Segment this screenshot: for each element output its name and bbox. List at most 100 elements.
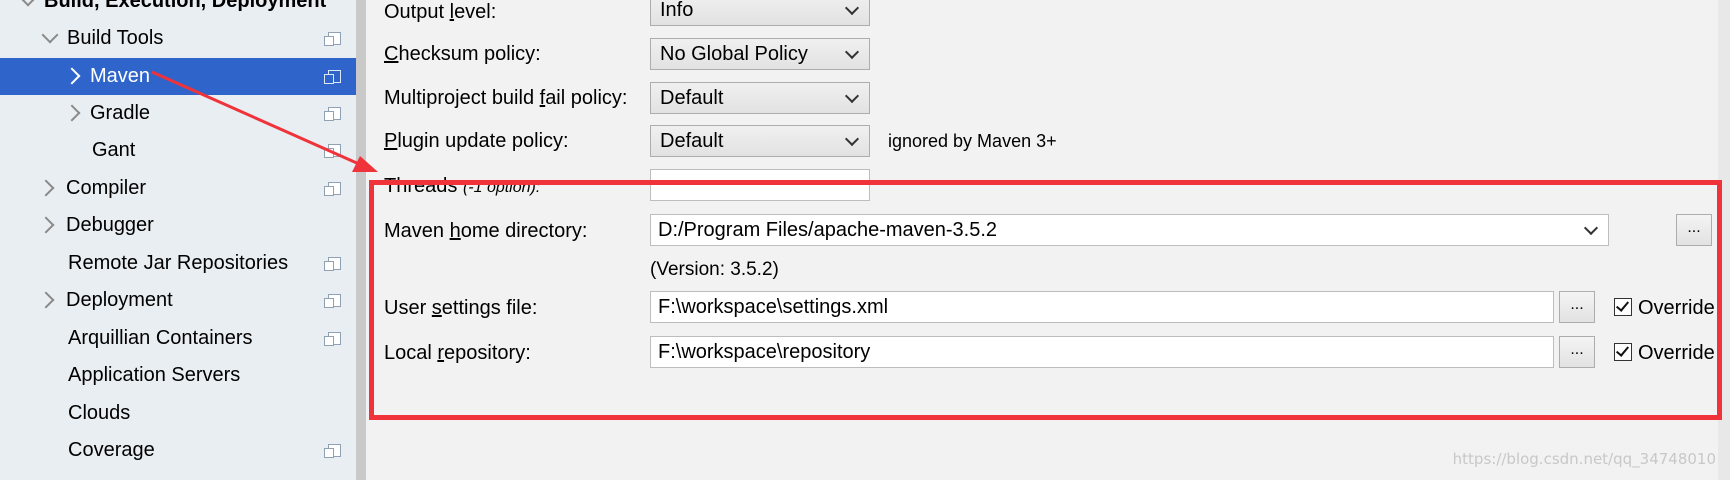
tree-item-build-execution-deployment[interactable]: Build, Execution, Deployment bbox=[0, 0, 356, 20]
checksum-policy-dropdown[interactable]: No Global Policy bbox=[650, 38, 870, 70]
multiproject-fail-policy-label: Multiproject build fail policy: bbox=[384, 84, 627, 112]
chevron-right-icon[interactable] bbox=[63, 67, 81, 85]
local-repository-browse-button[interactable]: ... bbox=[1559, 336, 1595, 368]
tree-item-build-tools[interactable]: Build Tools bbox=[0, 20, 356, 57]
label-text: ail policy: bbox=[545, 87, 628, 109]
dropdown-value: Info bbox=[660, 0, 694, 21]
label-mnemonic: s bbox=[431, 297, 442, 319]
label-text: ome directory: bbox=[460, 220, 588, 242]
override-label: Override bbox=[1638, 297, 1715, 319]
project-settings-icon bbox=[324, 144, 341, 158]
project-settings-icon bbox=[324, 257, 341, 271]
label-text: Maven bbox=[384, 220, 450, 242]
project-settings-icon bbox=[324, 107, 341, 121]
tree-item-arquillian-containers[interactable]: Arquillian Containers bbox=[0, 320, 356, 357]
chevron-right-icon[interactable] bbox=[63, 104, 81, 122]
tree-item-maven[interactable]: Maven bbox=[0, 58, 356, 95]
tree-item-gradle[interactable]: Gradle bbox=[0, 95, 356, 132]
user-settings-browse-button[interactable]: ... bbox=[1559, 291, 1595, 323]
local-repository-input[interactable]: F:\workspace\repository bbox=[650, 336, 1554, 368]
plugin-update-policy-dropdown[interactable]: Default bbox=[650, 125, 870, 157]
project-settings-icon bbox=[324, 332, 341, 346]
maven-home-browse-button[interactable]: ... bbox=[1676, 214, 1712, 246]
dropdown-value: D:/Program Files/apache-maven-3.5.2 bbox=[658, 219, 998, 241]
plugin-update-note: ignored by Maven 3+ bbox=[888, 131, 1057, 151]
override-label: Override bbox=[1638, 342, 1715, 364]
label-text: ettings file: bbox=[441, 297, 538, 319]
project-settings-icon bbox=[324, 444, 341, 458]
label-text: Multiproject build bbox=[384, 87, 540, 109]
chevron-down-icon bbox=[844, 44, 860, 60]
tree-item-label: Remote Jar Repositories bbox=[68, 252, 289, 274]
chevron-down-icon bbox=[844, 88, 860, 104]
label-text: hecksum policy: bbox=[398, 43, 541, 65]
chevron-down-icon bbox=[844, 0, 860, 16]
output-level-label: Output level: bbox=[384, 0, 496, 26]
project-settings-icon bbox=[324, 182, 341, 196]
tree-item-label: Clouds bbox=[68, 402, 131, 424]
tree-item-label: Deployment bbox=[66, 289, 173, 311]
label-text: Local bbox=[384, 342, 438, 364]
tree-item-label: Application Servers bbox=[68, 364, 241, 386]
tree-item-remote-jar-repositories[interactable]: Remote Jar Repositories bbox=[0, 245, 356, 282]
user-settings-input[interactable]: F:\workspace\settings.xml bbox=[650, 291, 1554, 323]
label-text: Output bbox=[384, 1, 450, 23]
tree-item-label: Compiler bbox=[66, 177, 147, 199]
maven-home-label: Maven home directory: bbox=[384, 217, 587, 245]
sidebar-scrollbar[interactable] bbox=[356, 0, 366, 480]
chevron-right-icon[interactable] bbox=[37, 216, 55, 234]
tree-item-clouds[interactable]: Clouds bbox=[0, 395, 356, 432]
label-text: Threads bbox=[384, 175, 458, 197]
project-settings-icon bbox=[324, 294, 341, 308]
tree-item-compiler[interactable]: Compiler bbox=[0, 170, 356, 207]
plugin-update-policy-label: Plugin update policy: bbox=[384, 127, 569, 155]
tree-item-label: Gant bbox=[92, 139, 136, 161]
threads-hint: (-1 option): bbox=[462, 179, 541, 196]
label-mnemonic: P bbox=[384, 130, 398, 152]
label-text: evel: bbox=[454, 1, 497, 23]
output-level-dropdown[interactable]: Info bbox=[650, 0, 870, 26]
maven-settings-panel: Output level: Info Checksum policy: No G… bbox=[366, 0, 1730, 480]
chevron-down-icon[interactable] bbox=[19, 0, 37, 7]
settings-tree: Build, Execution, Deployment Build Tools… bbox=[0, 0, 366, 480]
project-settings-icon bbox=[324, 70, 341, 84]
maven-version-text: (Version: 3.5.2) bbox=[650, 259, 779, 280]
tree-item-label: Gradle bbox=[90, 102, 151, 124]
threads-label: Threads (-1 option): bbox=[384, 172, 540, 202]
chevron-down-icon[interactable] bbox=[41, 26, 59, 44]
tree-item-application-servers[interactable]: Application Servers bbox=[0, 357, 356, 394]
dropdown-value: No Global Policy bbox=[660, 43, 808, 65]
label-text: lugin update policy: bbox=[397, 130, 569, 152]
threads-input[interactable] bbox=[650, 169, 870, 201]
chevron-down-icon bbox=[844, 131, 860, 147]
tree-item-label: Debugger bbox=[66, 214, 154, 236]
chevron-right-icon[interactable] bbox=[37, 179, 55, 197]
tree-item-label: Arquillian Containers bbox=[68, 327, 253, 349]
label-text: epository: bbox=[444, 342, 531, 364]
tree-item-label: Build Tools bbox=[67, 27, 164, 49]
tree-item-deployment[interactable]: Deployment bbox=[0, 282, 356, 319]
dropdown-value: Default bbox=[660, 87, 724, 109]
main-scrollbar[interactable] bbox=[1718, 0, 1730, 480]
multiproject-fail-policy-dropdown[interactable]: Default bbox=[650, 82, 870, 114]
chevron-down-icon bbox=[1583, 220, 1599, 236]
checkmark-icon bbox=[1615, 298, 1630, 312]
label-text: User bbox=[384, 297, 432, 319]
tree-item-debugger[interactable]: Debugger bbox=[0, 207, 356, 244]
checksum-policy-label: Checksum policy: bbox=[384, 40, 541, 68]
tree-item-gant[interactable]: Gant bbox=[0, 132, 356, 169]
user-settings-override-checkbox[interactable] bbox=[1614, 298, 1632, 316]
tree-item-label: Maven bbox=[90, 65, 151, 87]
checkmark-icon bbox=[1615, 343, 1630, 357]
tree-item-coverage[interactable]: Coverage bbox=[0, 432, 356, 469]
maven-home-dropdown[interactable]: D:/Program Files/apache-maven-3.5.2 bbox=[650, 214, 1609, 246]
user-settings-label: User settings file: bbox=[384, 294, 537, 322]
local-repository-label: Local repository: bbox=[384, 339, 531, 367]
local-repository-override-checkbox[interactable] bbox=[1614, 343, 1632, 361]
chevron-right-icon[interactable] bbox=[37, 291, 55, 309]
tree-item-label: Coverage bbox=[68, 439, 155, 461]
label-mnemonic: h bbox=[449, 220, 461, 242]
label-mnemonic: C bbox=[384, 43, 399, 65]
project-settings-icon bbox=[324, 32, 341, 46]
watermark: https://blog.csdn.net/qq_34748010 bbox=[1452, 450, 1716, 468]
